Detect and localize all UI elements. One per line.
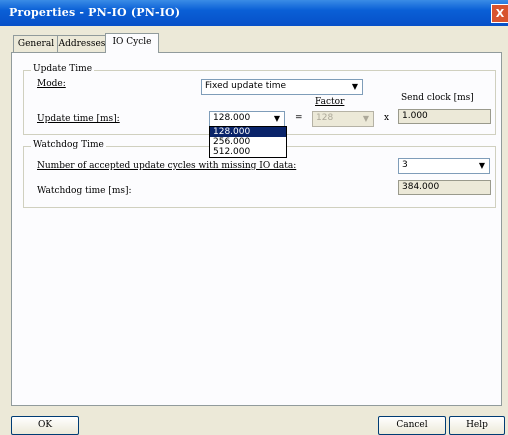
- mode-select[interactable]: Fixed update time ▼: [201, 79, 363, 95]
- factor-value: 128: [316, 113, 334, 123]
- help-button[interactable]: Help: [449, 416, 505, 435]
- chevron-down-icon: ▼: [478, 161, 486, 170]
- tab-addresses[interactable]: Addresses: [57, 35, 107, 53]
- update-time-group-title: Update Time: [31, 64, 95, 74]
- watchdog-group-title: Watchdog Time: [31, 140, 106, 150]
- update-time-value: 128.000: [213, 113, 251, 123]
- tab-general[interactable]: General: [13, 35, 59, 53]
- update-time-dropdown[interactable]: 128.000 256.000 512.000: [209, 126, 287, 158]
- watchdog-time-label: Watchdog time [ms]:: [37, 186, 132, 196]
- dropdown-option[interactable]: 128.000: [210, 127, 286, 137]
- cancel-button[interactable]: Cancel: [378, 416, 446, 435]
- dropdown-option[interactable]: 256.000: [210, 137, 286, 147]
- missing-cycles-value: 3: [402, 160, 408, 170]
- mode-label: Mode:: [37, 79, 66, 89]
- factor-select[interactable]: 128 ▼: [312, 111, 374, 127]
- title-bar: Properties - PN-IO (PN-IO) X: [0, 0, 508, 26]
- update-time-select[interactable]: 128.000 ▼: [209, 111, 285, 127]
- missing-cycles-select[interactable]: 3 ▼: [398, 158, 490, 174]
- chevron-down-icon: ▼: [362, 114, 370, 123]
- dropdown-option[interactable]: 512.000: [210, 147, 286, 157]
- send-clock-field: 1.000: [398, 109, 491, 124]
- close-button[interactable]: X: [491, 4, 508, 23]
- equals-sign: =: [295, 113, 303, 123]
- close-icon: X: [495, 7, 505, 20]
- ok-button[interactable]: OK: [11, 416, 79, 435]
- chevron-down-icon: ▼: [273, 114, 281, 123]
- update-time-label: Update time [ms]:: [37, 114, 120, 124]
- tab-io-cycle[interactable]: IO Cycle: [105, 33, 159, 53]
- send-clock-label: Send clock [ms]: [401, 93, 474, 103]
- multiply-sign: x: [384, 113, 390, 123]
- chevron-down-icon: ▼: [351, 82, 359, 91]
- window-title: Properties - PN-IO (PN-IO): [9, 6, 181, 19]
- mode-value: Fixed update time: [205, 81, 287, 91]
- missing-cycles-label: Number of accepted update cycles with mi…: [37, 161, 297, 171]
- factor-label: Factor: [315, 97, 345, 107]
- watchdog-time-field: 384.000: [398, 180, 491, 195]
